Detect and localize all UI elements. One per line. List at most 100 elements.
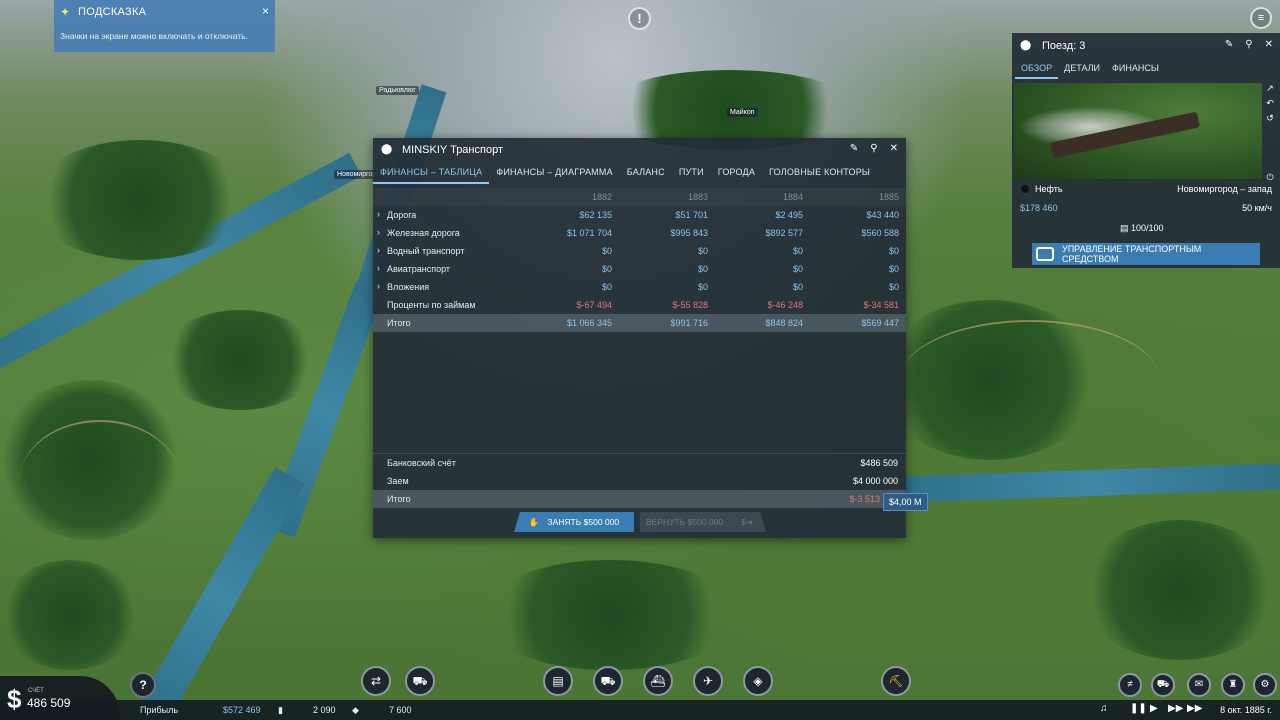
tab-overview[interactable]: ОБЗОР: [1015, 59, 1059, 79]
tab-details[interactable]: ДЕТАЛИ: [1058, 59, 1106, 79]
profit-value: $572 469: [223, 705, 261, 715]
table-row[interactable]: › Водный транспорт $0 $0 $0 $0: [373, 242, 906, 260]
location-pin-icon[interactable]: ⬤: [381, 144, 392, 155]
play-icon[interactable]: ▶: [1150, 703, 1158, 714]
cell-value: $560 588: [861, 228, 899, 238]
town-label[interactable]: Майкоп: [727, 108, 758, 117]
cell-value: $1 066 345: [566, 318, 612, 328]
chevron-right-icon[interactable]: ›: [377, 245, 380, 255]
tab-routes[interactable]: ПУТИ: [672, 162, 711, 184]
forest: [160, 310, 320, 410]
fast-forward-icon[interactable]: ▶▶: [1168, 703, 1183, 714]
lightbulb-icon: ✦: [60, 5, 71, 19]
year-header: 1882 1883 1884 1885: [373, 188, 906, 206]
music-icon[interactable]: ♫: [1100, 703, 1108, 714]
settings-button[interactable]: ⚙: [1253, 673, 1277, 697]
power-icon[interactable]: ⏻: [1266, 172, 1273, 183]
account-box[interactable]: $ СЧЁТ 486 509: [0, 676, 120, 720]
cell-value: $0: [792, 246, 803, 256]
vehicle-money: $178 460: [1020, 203, 1058, 213]
map-layers-button[interactable]: ≠: [1118, 673, 1142, 697]
forest: [30, 140, 250, 260]
account-value: 486 509: [27, 696, 71, 710]
tab-finance-table[interactable]: ФИНАНСЫ – ТАБЛИЦА: [373, 162, 490, 184]
menu-icon[interactable]: ≡: [1250, 7, 1272, 29]
manage-vehicle-button[interactable]: УПРАВЛЕНИЕ ТРАНСПОРТНЫМ СРЕДСТВОМ: [1032, 243, 1260, 265]
close-icon[interactable]: ×: [262, 4, 269, 18]
cell-value: $0: [601, 282, 612, 292]
chevron-right-icon[interactable]: ›: [377, 209, 380, 219]
cell-value: $0: [792, 264, 803, 274]
tab-balance[interactable]: БАЛАНС: [620, 162, 672, 184]
chevron-right-icon[interactable]: ›: [377, 263, 380, 273]
follow-icon[interactable]: ↗: [1266, 83, 1274, 94]
cell-value: $0: [697, 246, 708, 256]
cell-value: $848 824: [765, 318, 803, 328]
oil-cargo-icon: [1021, 185, 1029, 193]
chevron-right-icon[interactable]: ›: [377, 281, 380, 291]
cell-value: $2 495: [775, 210, 803, 220]
hand-money-icon: ✋: [528, 516, 540, 527]
cell-value: $892 577: [765, 228, 803, 238]
location-pin-icon[interactable]: ⬤: [1020, 40, 1031, 51]
bank-label: Банковский счёт: [387, 458, 456, 468]
vehicles-button[interactable]: ⛟: [405, 666, 435, 696]
cell-value: $0: [888, 282, 899, 292]
tab-finances[interactable]: ФИНАНСЫ: [1106, 59, 1165, 79]
table-row[interactable]: › Железная дорога $1 071 704 $995 843 $892 5…: [373, 224, 906, 242]
bulldozer-button[interactable]: ⛏: [881, 666, 911, 696]
profit-label: Прибыль: [140, 705, 179, 715]
cell-value: $991 716: [670, 318, 708, 328]
borrow-label: ЗАНЯТЬ $500 000: [547, 517, 620, 527]
alert-icon[interactable]: !: [628, 7, 651, 30]
chevron-right-icon[interactable]: ›: [377, 227, 380, 237]
depot-icon[interactable]: ↺: [1266, 113, 1274, 124]
tab-headquarters[interactable]: ГОЛОВНЫЕ КОНТОРЫ: [762, 162, 877, 184]
close-icon[interactable]: ✕: [1265, 39, 1273, 50]
town-label[interactable]: Радьювлюг: [376, 86, 419, 95]
vehicles-list-button[interactable]: ⛟: [1151, 673, 1175, 697]
row-label: Водный транспорт: [387, 246, 465, 256]
loan-tooltip: $4,00 M: [883, 493, 928, 511]
window-actions: ✎ ⚲ ✕: [1225, 39, 1273, 50]
edit-icon[interactable]: ✎: [850, 143, 858, 154]
reverse-icon[interactable]: ↶: [1266, 98, 1274, 109]
window-header[interactable]: ⬤ MINSKIY Транспорт ✎ ⚲ ✕: [373, 138, 906, 162]
plane-button[interactable]: ✈: [693, 666, 723, 696]
cell-value: $0: [697, 264, 708, 274]
vehicle-window: ⬤ Поезд: 3 ✎ ⚲ ✕ ОБЗОР ДЕТАЛИ ФИНАНСЫ ↗ …: [1012, 33, 1280, 268]
cargo-box-icon: ▤: [1120, 223, 1132, 233]
borrow-button[interactable]: ✋ ЗАНЯТЬ $500 000: [514, 512, 634, 532]
close-icon[interactable]: ✕: [890, 143, 898, 154]
repay-button[interactable]: ВЕРНУТЬ $500 000 $➔: [640, 512, 766, 532]
company-button[interactable]: ♜: [1221, 673, 1245, 697]
bank-row: Банковский счёт $486 509: [373, 454, 906, 472]
pause-icon[interactable]: ❚❚: [1130, 703, 1147, 714]
ship-button[interactable]: ⛴: [643, 666, 673, 696]
messages-button[interactable]: ✉: [1187, 673, 1211, 697]
vehicle-camera-view[interactable]: [1014, 83, 1262, 179]
pin-icon[interactable]: ⚲: [1245, 39, 1252, 50]
table-row[interactable]: › Авиатранспорт $0 $0 $0 $0: [373, 260, 906, 278]
fastest-forward-icon[interactable]: ▶▶: [1187, 703, 1202, 714]
table-row[interactable]: › Вложения $0 $0 $0 $0: [373, 278, 906, 296]
forest: [1080, 520, 1280, 660]
help-button[interactable]: ?: [130, 672, 156, 698]
tab-cities[interactable]: ГОРОДА: [711, 162, 762, 184]
road-vehicle-button[interactable]: ▤: [543, 666, 573, 696]
routes-button[interactable]: ⇄: [361, 666, 391, 696]
chart-icon[interactable]: ▮: [278, 705, 283, 716]
cell-value: $43 440: [866, 210, 899, 220]
pin-icon[interactable]: ⚲: [870, 143, 877, 154]
tab-finance-chart[interactable]: ФИНАНСЫ – ДИАГРАММА: [489, 162, 619, 184]
route-name[interactable]: Новомиргород – запад: [1177, 184, 1272, 194]
train-button[interactable]: ⛟: [593, 666, 623, 696]
row-label: Авиатранспорт: [387, 264, 451, 274]
terrain-button[interactable]: ◈: [743, 666, 773, 696]
cell-value: $-67 494: [576, 300, 612, 310]
edit-icon[interactable]: ✎: [1225, 39, 1233, 50]
table-row[interactable]: › Дорога $62 135 $51 701 $2 495 $43 440: [373, 206, 906, 224]
river: [899, 463, 1280, 503]
forest: [0, 560, 140, 670]
table-row: Проценты по займам $-67 494 $-55 828 $-46 2…: [373, 296, 906, 314]
